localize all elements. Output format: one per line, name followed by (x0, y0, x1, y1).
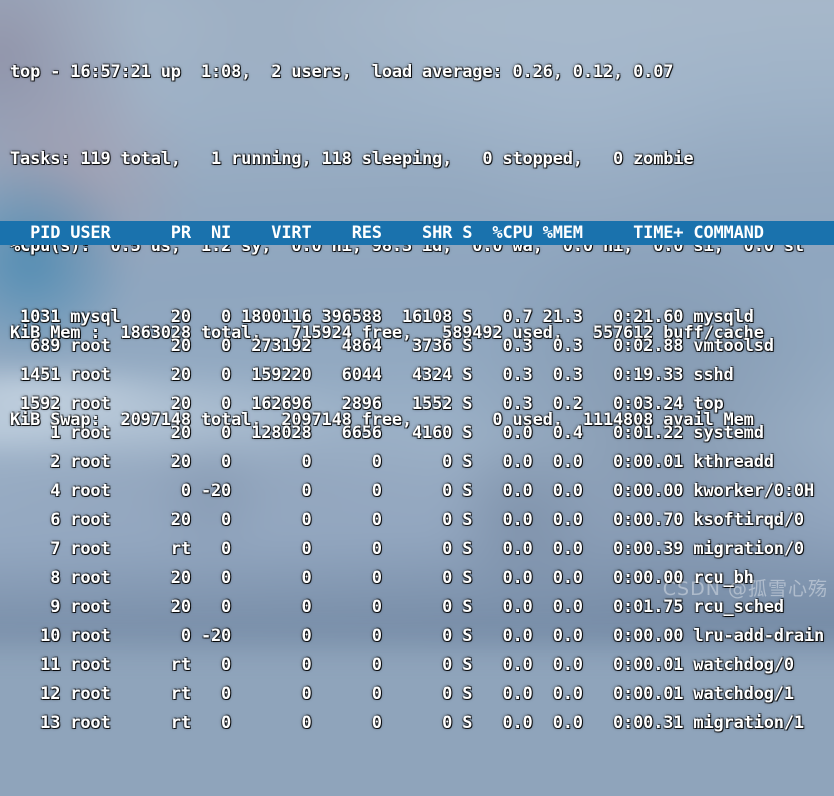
table-row[interactable]: 12 root rt 0 0 0 0 S 0.0 0.0 0:00.01 wat… (10, 680, 834, 709)
table-row[interactable]: 10 root 0 -20 0 0 0 S 0.0 0.0 0:00.00 lr… (10, 622, 834, 651)
table-row[interactable]: 1031 mysql 20 0 1800116 396588 16108 S 0… (10, 303, 834, 332)
table-row[interactable]: 689 root 20 0 273192 4864 3736 S 0.3 0.3… (10, 332, 834, 361)
table-row[interactable]: 13 root rt 0 0 0 0 S 0.0 0.0 0:00.31 mig… (10, 709, 834, 738)
table-row[interactable]: 4 root 0 -20 0 0 0 S 0.0 0.0 0:00.00 kwo… (10, 477, 834, 506)
table-row[interactable]: 7 root rt 0 0 0 0 S 0.0 0.0 0:00.39 migr… (10, 535, 834, 564)
process-table-header-text: PID USER PR NI VIRT RES SHR S %CPU %MEM … (10, 223, 764, 243)
process-table-body: 1031 mysql 20 0 1800116 396588 16108 S 0… (0, 303, 834, 738)
process-table: PID USER PR NI VIRT RES SHR S %CPU %MEM … (0, 163, 834, 796)
terminal-screen[interactable]: top - 16:57:21 up 1:08, 2 users, load av… (0, 0, 834, 733)
table-row[interactable]: 6 root 20 0 0 0 0 S 0.0 0.0 0:00.70 ksof… (10, 506, 834, 535)
table-row[interactable]: 9 root 20 0 0 0 0 S 0.0 0.0 0:01.75 rcu_… (10, 593, 834, 622)
process-table-header-row[interactable]: PID USER PR NI VIRT RES SHR S %CPU %MEM … (0, 221, 834, 245)
table-row[interactable]: 1 root 20 0 128028 6656 4160 S 0.0 0.4 0… (10, 419, 834, 448)
table-row[interactable]: 2 root 20 0 0 0 0 S 0.0 0.0 0:00.01 kthr… (10, 448, 834, 477)
table-row[interactable]: 11 root rt 0 0 0 0 S 0.0 0.0 0:00.01 wat… (10, 651, 834, 680)
summary-uptime-line: top - 16:57:21 up 1:08, 2 users, load av… (10, 62, 674, 82)
table-row[interactable]: 1592 root 20 0 162696 2896 1552 S 0.3 0.… (10, 390, 834, 419)
table-row[interactable]: 8 root 20 0 0 0 0 S 0.0 0.0 0:00.00 rcu_… (10, 564, 834, 593)
table-row[interactable]: 1451 root 20 0 159220 6044 4324 S 0.3 0.… (10, 361, 834, 390)
